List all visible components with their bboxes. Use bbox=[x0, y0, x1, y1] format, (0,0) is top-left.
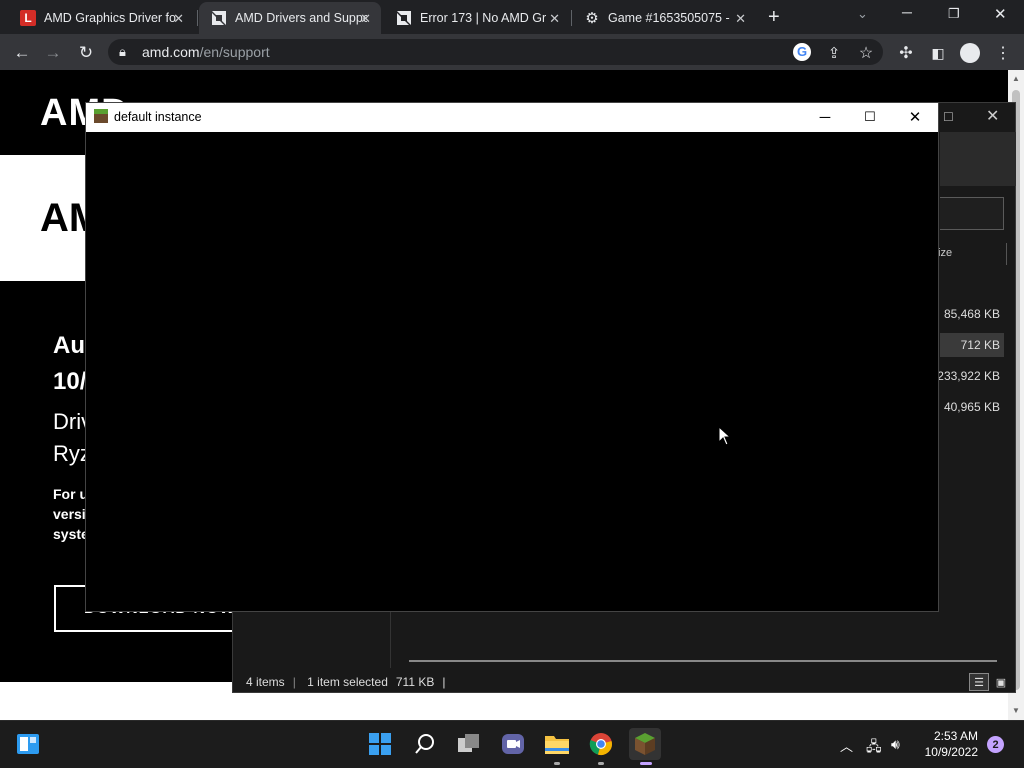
scroll-down-arrow-icon[interactable]: ▼ bbox=[1012, 706, 1020, 715]
details-view-icon[interactable]: ☰ bbox=[969, 673, 989, 691]
close-tab-icon[interactable]: ✕ bbox=[360, 11, 371, 27]
profile-avatar-icon[interactable] bbox=[960, 43, 980, 63]
explorer-close-icon[interactable]: ✕ bbox=[986, 106, 999, 126]
clock-time[interactable]: 2:53 AM bbox=[930, 729, 978, 743]
status-item-count: 4 items bbox=[246, 675, 285, 689]
teams-chat-icon[interactable] bbox=[497, 728, 529, 760]
restore-icon[interactable]: ❐ bbox=[948, 6, 960, 22]
tab-separator bbox=[197, 10, 198, 26]
explorer-command-bar bbox=[940, 132, 1016, 186]
lastpass-l-icon: L bbox=[20, 10, 36, 26]
status-selected: 1 item selected bbox=[307, 675, 388, 689]
tab-title: AMD Graphics Driver for bbox=[44, 11, 176, 25]
section-title-line2: 10/ bbox=[53, 368, 87, 395]
search-icon[interactable] bbox=[409, 728, 441, 760]
maximize-icon[interactable]: ☐ bbox=[847, 104, 893, 130]
bookmark-star-icon[interactable]: ☆ bbox=[855, 42, 877, 64]
minecraft-window-title: default instance bbox=[114, 110, 202, 124]
tab-game[interactable]: ⚙ Game #1653505075 - ✕ bbox=[572, 2, 756, 34]
tab-error-173[interactable]: Error 173 | No AMD Gr ✕ bbox=[384, 2, 570, 34]
tab-amd-drivers-support[interactable]: AMD Drivers and Support ✕ bbox=[199, 2, 381, 34]
close-tab-icon[interactable]: ✕ bbox=[735, 11, 746, 27]
explorer-status-bar: 4 items | 1 item selected 711 KB | bbox=[246, 675, 453, 689]
column-header-size[interactable]: ize bbox=[938, 247, 952, 259]
column-divider[interactable] bbox=[1006, 243, 1007, 265]
minimize-icon[interactable]: ─ bbox=[802, 104, 848, 130]
clock-date[interactable]: 10/9/2022 bbox=[918, 745, 978, 759]
volume-icon[interactable]: 🔊︎ bbox=[891, 736, 900, 753]
nav-pane-divider[interactable] bbox=[390, 612, 391, 668]
extensions-puzzle-icon[interactable]: ✣ bbox=[895, 42, 917, 64]
minecraft-launcher-icon[interactable] bbox=[629, 728, 661, 760]
horizontal-scrollbar[interactable] bbox=[409, 660, 997, 662]
google-lens-icon[interactable]: G bbox=[793, 43, 811, 61]
url-host: amd.com bbox=[142, 44, 200, 60]
gear-icon: ⚙ bbox=[585, 10, 599, 27]
new-tab-icon[interactable]: + bbox=[768, 6, 780, 29]
amd-logo-icon bbox=[211, 10, 227, 26]
tab-title: Error 173 | No AMD Gr bbox=[420, 11, 547, 25]
status-size: 711 KB bbox=[395, 675, 435, 689]
scroll-up-arrow-icon[interactable]: ▲ bbox=[1012, 74, 1020, 83]
explorer-search-input[interactable] bbox=[940, 197, 1004, 230]
close-window-icon[interactable]: ✕ bbox=[994, 5, 1007, 23]
mouse-cursor-icon bbox=[718, 426, 732, 446]
file-explorer-icon[interactable] bbox=[541, 728, 573, 760]
windows-start-icon[interactable] bbox=[364, 728, 396, 760]
tab-title: Game #1653505075 - bbox=[608, 11, 730, 25]
minecraft-grass-block-icon bbox=[94, 109, 108, 123]
minecraft-window[interactable] bbox=[85, 102, 939, 612]
widgets-icon[interactable] bbox=[12, 728, 44, 760]
close-tab-icon[interactable]: ✕ bbox=[173, 11, 184, 27]
task-view-icon[interactable] bbox=[453, 728, 485, 760]
forward-icon[interactable]: → bbox=[42, 42, 64, 64]
active-indicator bbox=[640, 762, 652, 765]
side-panel-icon[interactable]: ◧ bbox=[927, 42, 949, 64]
close-icon[interactable]: ✕ bbox=[892, 104, 938, 130]
explorer-maximize-icon[interactable]: ☐ bbox=[943, 110, 954, 124]
close-tab-icon[interactable]: ✕ bbox=[549, 11, 560, 27]
section-paragraph-line2: versi bbox=[53, 506, 86, 522]
running-indicator bbox=[554, 762, 560, 765]
url-path: /en/support bbox=[199, 44, 270, 60]
chevron-up-icon[interactable]: ︿ bbox=[840, 736, 853, 755]
minimize-icon[interactable]: ─ bbox=[902, 4, 912, 20]
chrome-icon[interactable] bbox=[585, 728, 617, 760]
amd-logo-icon bbox=[396, 10, 412, 26]
running-indicator bbox=[598, 762, 604, 765]
url-text[interactable]: amd.com/en/support bbox=[142, 44, 270, 60]
status-separator: | bbox=[442, 675, 446, 689]
notification-badge[interactable]: 2 bbox=[987, 736, 1004, 753]
section-paragraph-line3: syste bbox=[53, 526, 89, 542]
tab-search-chevron-icon[interactable]: ⌄ bbox=[857, 6, 868, 22]
status-separator: | bbox=[292, 675, 296, 689]
share-icon[interactable]: ⇪ bbox=[823, 42, 845, 64]
tab-amd-graphics-driver[interactable]: L AMD Graphics Driver for ✕ bbox=[8, 2, 194, 34]
lock-icon[interactable]: 🔒︎ bbox=[119, 44, 126, 60]
tab-title: AMD Drivers and Support bbox=[235, 11, 367, 25]
menu-kebab-icon[interactable]: ⋮ bbox=[992, 42, 1014, 64]
back-icon[interactable]: ← bbox=[11, 42, 33, 64]
section-paragraph-line1: For u bbox=[53, 486, 88, 502]
network-icon[interactable]: 🖧︎ bbox=[866, 736, 882, 760]
tiles-view-icon[interactable]: ▣ bbox=[991, 673, 1011, 691]
reload-icon[interactable]: ↻ bbox=[75, 42, 97, 64]
